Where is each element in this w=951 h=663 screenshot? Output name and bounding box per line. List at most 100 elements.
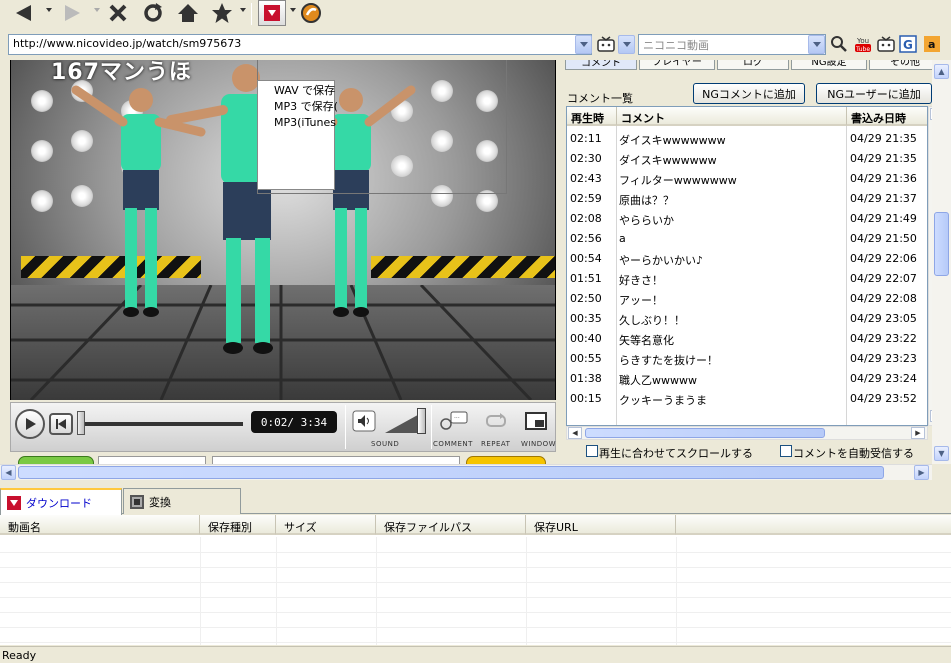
comment-date: 04/29 23:05 bbox=[850, 312, 917, 325]
extra-input-2[interactable] bbox=[212, 456, 460, 464]
download-icon[interactable] bbox=[258, 0, 286, 26]
amazon-icon[interactable]: a bbox=[922, 35, 942, 53]
comment-row[interactable]: 02:11 ダイスキwwwwwww 04/29 21:35 bbox=[567, 128, 927, 148]
niconico-search-icon[interactable] bbox=[876, 35, 896, 53]
column-header-time[interactable]: 再生時 bbox=[567, 107, 617, 126]
favorites-dropdown-icon[interactable] bbox=[240, 8, 246, 12]
tab-comments[interactable]: コメント bbox=[565, 60, 637, 70]
column-header-save-type[interactable]: 保存種別 bbox=[200, 515, 276, 535]
comment-text: やららいか bbox=[619, 214, 674, 227]
comment-time: 00:35 bbox=[570, 312, 602, 325]
tab-log[interactable]: ログ bbox=[717, 60, 789, 70]
comment-row[interactable]: 00:55 らきすたを抜けー！ 04/29 23:23 bbox=[567, 348, 927, 368]
yellow-button[interactable] bbox=[466, 456, 546, 464]
page-vertical-scrollbar[interactable]: ▲ ▼ bbox=[932, 60, 951, 464]
favorites-icon[interactable] bbox=[210, 0, 234, 26]
tab-other[interactable]: その他 bbox=[869, 60, 941, 70]
window-label: WINDOW bbox=[521, 440, 557, 448]
stop-icon[interactable] bbox=[106, 0, 130, 26]
comment-date: 04/29 21:37 bbox=[850, 192, 917, 205]
tab-player[interactable]: プレイヤー bbox=[639, 60, 715, 70]
page-vscroll-thumb[interactable] bbox=[934, 212, 949, 276]
window-button[interactable] bbox=[523, 409, 549, 433]
home-icon[interactable] bbox=[176, 0, 200, 26]
comment-row[interactable]: 02:50 アッー！ 04/29 22:08 bbox=[567, 288, 927, 308]
comment-row[interactable]: 01:38 職人乙wwwww 04/29 23:24 bbox=[567, 368, 927, 388]
download-dropdown-icon[interactable] bbox=[290, 8, 296, 12]
column-header-date[interactable]: 書込み日時 bbox=[847, 107, 927, 126]
page-scroll-left-icon[interactable]: ◀ bbox=[1, 465, 16, 480]
rewind-button[interactable] bbox=[49, 413, 73, 435]
search-icon[interactable] bbox=[829, 35, 849, 53]
comment-horizontal-scrollbar[interactable]: ◀ ▶ bbox=[566, 426, 928, 440]
scroll-right-icon[interactable]: ▶ bbox=[911, 427, 925, 439]
tab-ng-settings[interactable]: NG設定 bbox=[791, 60, 867, 70]
column-header-video-name[interactable]: 動画名 bbox=[0, 515, 200, 535]
extra-input-1[interactable] bbox=[98, 456, 206, 464]
page-hscroll-thumb[interactable] bbox=[18, 466, 884, 479]
youtube-icon[interactable]: You Tube bbox=[853, 35, 873, 53]
sound-button[interactable] bbox=[351, 409, 377, 433]
settings-icon[interactable] bbox=[299, 0, 323, 26]
scroll-sync-checkbox[interactable] bbox=[586, 445, 598, 457]
column-header-save-path[interactable]: 保存ファイルパス bbox=[376, 515, 526, 535]
svg-text:You: You bbox=[856, 37, 869, 45]
niconico-tv-icon[interactable] bbox=[596, 35, 616, 53]
ng-user-button[interactable]: NGユーザーに追加 bbox=[816, 83, 932, 104]
comment-row[interactable]: 00:35 久しぶり！！ 04/29 23:05 bbox=[567, 308, 927, 328]
player-controls: 0:02/ 3:34 SOUND ··· COMMENT REPEAT WIND… bbox=[10, 402, 556, 452]
page-scroll-right-icon[interactable]: ▶ bbox=[914, 465, 929, 480]
tab-download[interactable]: ダウンロード bbox=[0, 488, 122, 515]
url-input[interactable]: http://www.nicovideo.jp/watch/sm975673 bbox=[8, 34, 592, 55]
comment-date: 04/29 21:35 bbox=[850, 132, 917, 145]
comment-toggle-button[interactable]: ··· bbox=[439, 409, 469, 433]
column-header-save-url[interactable]: 保存URL bbox=[526, 515, 676, 535]
scroll-left-icon[interactable]: ◀ bbox=[568, 427, 582, 439]
search-engine-dropdown-icon[interactable] bbox=[618, 35, 635, 54]
tab-convert[interactable]: 変換 bbox=[123, 488, 241, 514]
column-header-comment[interactable]: コメント bbox=[617, 107, 847, 126]
page-scroll-up-icon[interactable]: ▲ bbox=[934, 64, 949, 79]
menu-item-save-wav[interactable]: WAV で保存 bbox=[274, 83, 335, 99]
google-icon[interactable]: G bbox=[898, 35, 918, 53]
repeat-button[interactable] bbox=[483, 409, 509, 433]
comment-row[interactable]: 02:59 原曲は？？ 04/29 21:37 bbox=[567, 188, 927, 208]
seek-bar[interactable] bbox=[83, 422, 243, 426]
play-button[interactable] bbox=[15, 409, 45, 439]
comment-hscroll-thumb[interactable] bbox=[585, 428, 825, 438]
url-dropdown-icon[interactable] bbox=[575, 35, 592, 54]
comment-row[interactable]: 01:51 好きさ！ 04/29 22:07 bbox=[567, 268, 927, 288]
comment-row[interactable]: 00:15 クッキーうまうま 04/29 23:52 bbox=[567, 388, 927, 408]
search-dropdown-icon[interactable] bbox=[808, 35, 825, 54]
reload-icon[interactable] bbox=[141, 0, 165, 26]
comment-date: 04/29 22:07 bbox=[850, 272, 917, 285]
comment-row[interactable]: 02:56 a 04/29 21:50 bbox=[567, 228, 927, 248]
comment-time: 02:30 bbox=[570, 152, 602, 165]
comment-row[interactable]: 02:08 やららいか 04/29 21:49 bbox=[567, 208, 927, 228]
seek-handle[interactable] bbox=[77, 411, 85, 435]
menu-item-save-mp3-itunes[interactable]: MP3(iTunes bbox=[274, 115, 336, 131]
forward-icon[interactable] bbox=[60, 0, 84, 26]
forward-dropdown-icon[interactable] bbox=[94, 8, 100, 12]
back-icon[interactable] bbox=[12, 0, 36, 26]
comment-row[interactable]: 00:54 やーらかいかい♪ 04/29 22:06 bbox=[567, 248, 927, 268]
comment-row[interactable]: 00:40 矢等名意化 04/29 23:22 bbox=[567, 328, 927, 348]
menu-item-save-mp3[interactable]: MP3 で保存( bbox=[274, 99, 338, 115]
ng-comment-button[interactable]: NGコメントに追加 bbox=[693, 83, 805, 104]
green-button[interactable] bbox=[18, 456, 94, 464]
save-context-menu: WAV で保存 MP3 で保存( MP3(iTunes bbox=[257, 80, 338, 190]
page-horizontal-scrollbar[interactable]: ◀ ▶ bbox=[0, 464, 932, 480]
sound-label: SOUND bbox=[371, 440, 400, 448]
volume-handle[interactable] bbox=[417, 408, 426, 434]
search-input[interactable]: ニコニコ動画 bbox=[638, 34, 826, 55]
back-dropdown-icon[interactable] bbox=[46, 8, 52, 12]
page-scroll-down-icon[interactable]: ▼ bbox=[934, 446, 949, 461]
comment-row[interactable]: 02:30 ダイスキwwwwww 04/29 21:35 bbox=[567, 148, 927, 168]
comment-panel-tabs: コメント プレイヤー ログ NG設定 その他 bbox=[561, 60, 951, 72]
comment-row[interactable]: 02:43 フィルターwwwwwww 04/29 21:36 bbox=[567, 168, 927, 188]
comment-date: 04/29 21:49 bbox=[850, 212, 917, 225]
column-header-size[interactable]: サイズ bbox=[276, 515, 376, 535]
comment-text: a bbox=[619, 232, 626, 245]
comment-text: クッキーうまうま bbox=[619, 394, 707, 407]
auto-receive-checkbox[interactable] bbox=[780, 445, 792, 457]
